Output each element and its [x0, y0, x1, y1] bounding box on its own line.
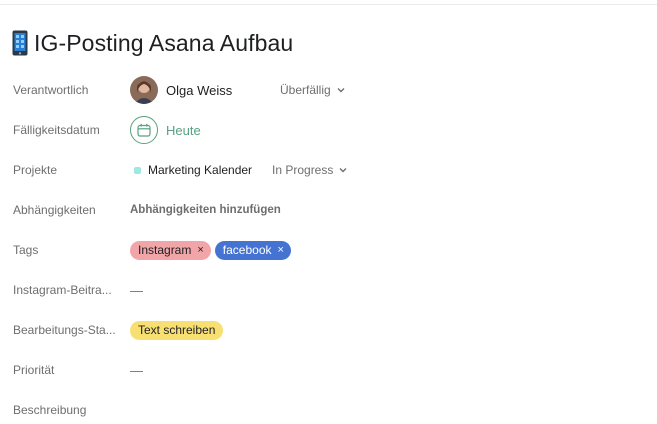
description-label: Beschreibung	[13, 403, 87, 417]
avatar	[130, 76, 158, 104]
mobile-phone-icon	[12, 30, 28, 56]
instagram-post-field[interactable]: —	[130, 283, 143, 298]
edit-status-badge: Text schreiben	[130, 320, 224, 340]
tags-field[interactable]: Instagram × facebook ×	[130, 240, 295, 260]
task-title-row: IG-Posting Asana Aufbau	[12, 27, 293, 59]
due-date-row: Fälligkeitsdatum Heute	[0, 116, 657, 144]
due-date-label: Fälligkeitsdatum	[13, 123, 100, 137]
project-section-label: In Progress	[272, 163, 334, 177]
tags-label: Tags	[13, 243, 39, 257]
assignee-status-label: Überfällig	[280, 83, 331, 97]
assignee-label: Verantwortlich	[13, 83, 89, 97]
dependencies-row: Abhängigkeiten Abhängigkeiten hinzufügen	[0, 196, 657, 224]
project-name: Marketing Kalender	[148, 163, 253, 177]
empty-value: —	[130, 282, 143, 298]
tag-instagram[interactable]: Instagram ×	[130, 240, 211, 260]
remove-tag-icon[interactable]: ×	[197, 244, 203, 256]
priority-field[interactable]: —	[130, 363, 143, 378]
top-divider	[0, 4, 657, 5]
dependencies-label: Abhängigkeiten	[13, 203, 96, 217]
project-link[interactable]: Marketing Kalender	[130, 163, 252, 177]
instagram-post-label: Instagram-Beitra...	[13, 283, 112, 297]
empty-value: —	[130, 362, 143, 378]
projects-row: Projekte Marketing Kalender In Progress	[0, 156, 657, 184]
edit-status-label: Bearbeitungs-Sta...	[13, 323, 116, 337]
task-title[interactable]: IG-Posting Asana Aufbau	[34, 30, 293, 57]
assignee-field[interactable]: Olga Weiss	[130, 76, 232, 104]
remove-tag-icon[interactable]: ×	[278, 244, 284, 256]
due-date-field[interactable]: Heute	[130, 116, 201, 144]
chevron-down-icon	[339, 168, 347, 173]
edit-status-field[interactable]: Text schreiben	[130, 320, 224, 340]
priority-row: Priorität —	[0, 356, 657, 384]
add-dependencies-button[interactable]: Abhängigkeiten hinzufügen	[130, 204, 281, 216]
assignee-status-dropdown[interactable]: Überfällig	[280, 83, 346, 97]
tag-facebook[interactable]: facebook ×	[214, 240, 291, 260]
due-date-value: Heute	[166, 122, 201, 138]
projects-label: Projekte	[13, 163, 58, 177]
tags-row: Tags Instagram × facebook ×	[0, 236, 657, 264]
priority-label: Priorität	[13, 363, 55, 377]
tag-label: facebook	[222, 243, 272, 257]
chevron-down-icon	[337, 88, 345, 93]
description-row: Beschreibung	[0, 396, 657, 424]
project-color-dot	[134, 166, 141, 174]
project-section-dropdown[interactable]: In Progress	[272, 163, 348, 177]
tag-label: Instagram	[138, 243, 192, 257]
assignee-row: Verantwortlich Olga Weiss Überfällig	[0, 76, 657, 104]
calendar-icon	[130, 116, 158, 144]
instagram-post-row: Instagram-Beitra... —	[0, 276, 657, 304]
edit-status-row: Bearbeitungs-Sta... Text schreiben	[0, 316, 657, 344]
assignee-name: Olga Weiss	[166, 82, 233, 98]
